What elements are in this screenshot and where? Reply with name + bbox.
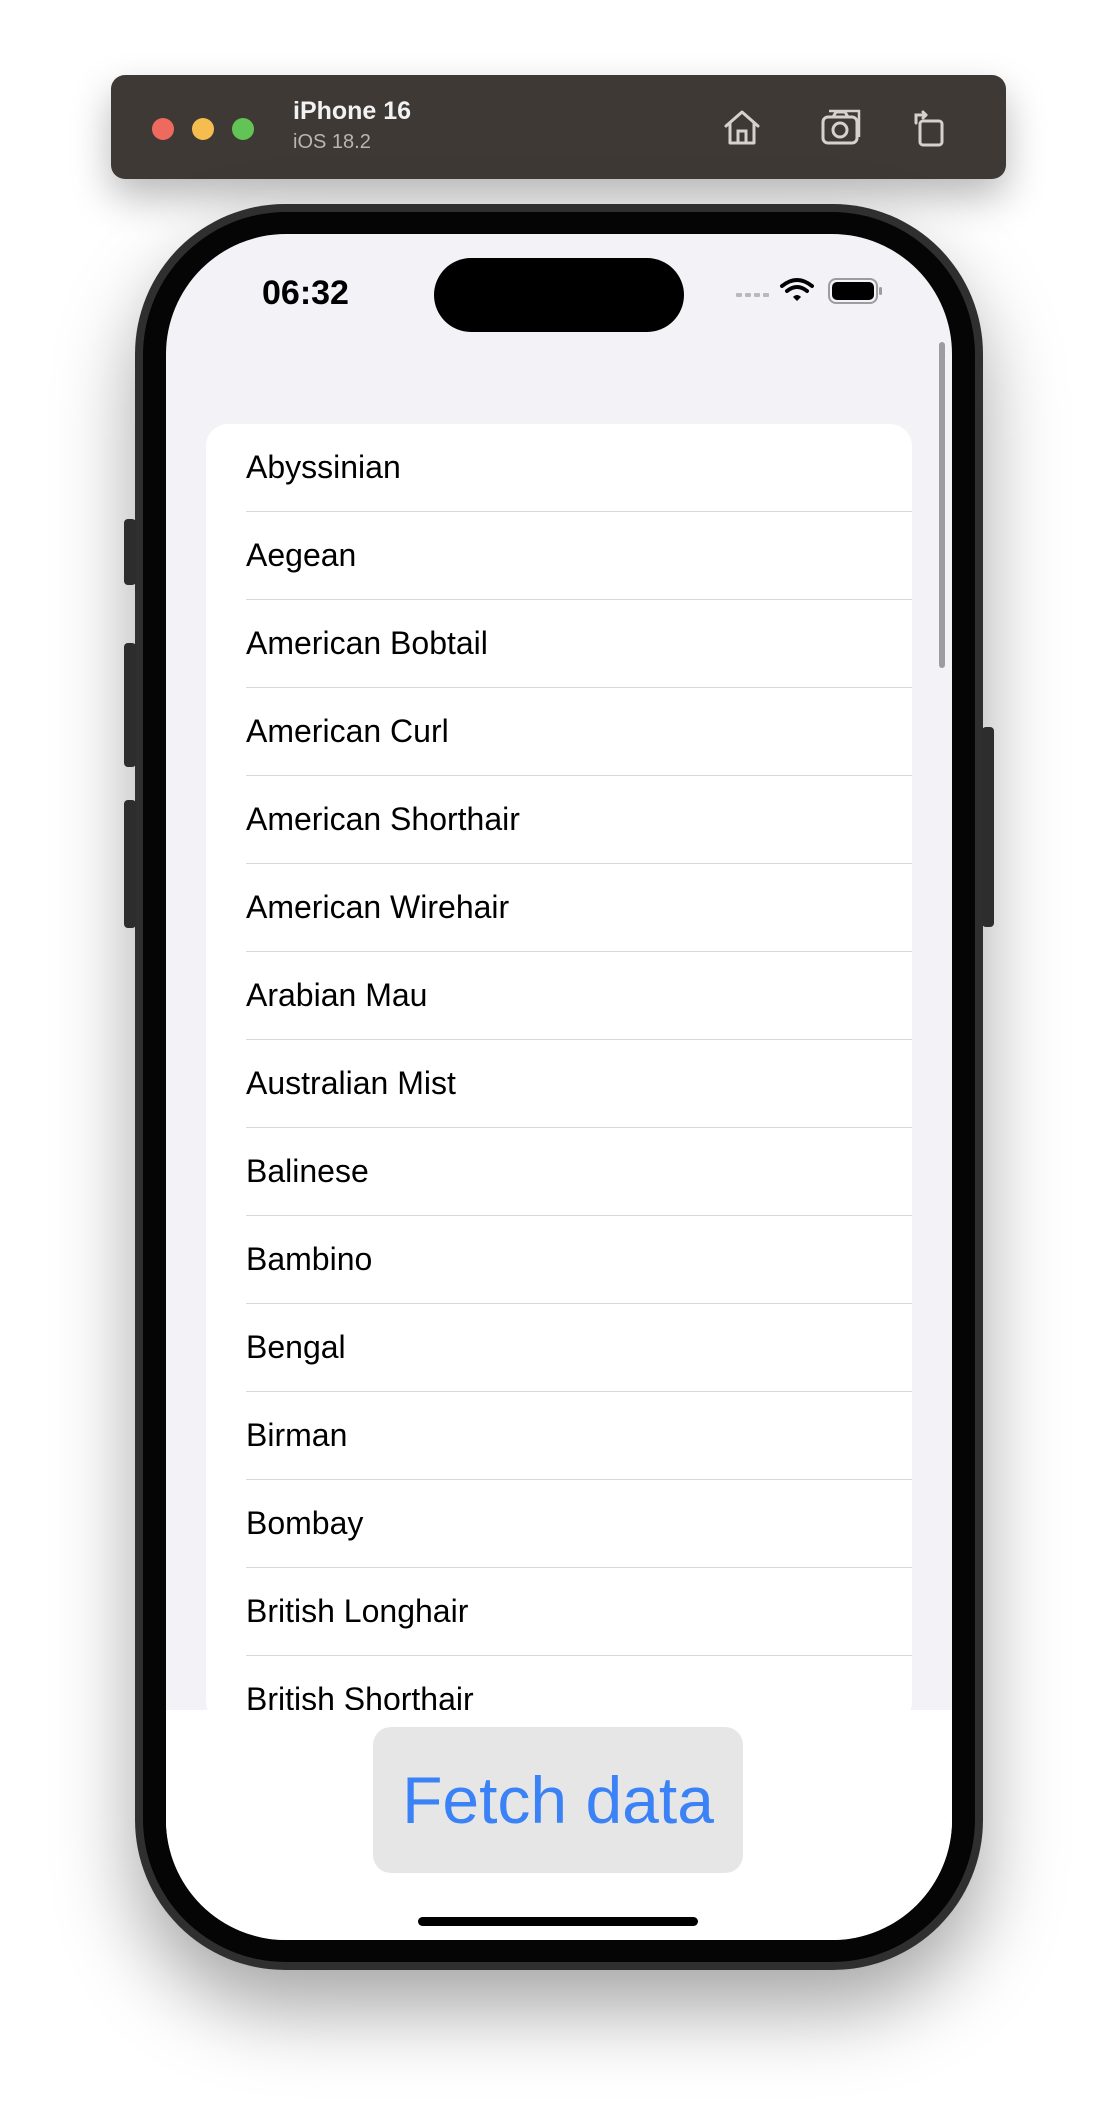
rotate-icon[interactable] (906, 103, 954, 151)
list-item[interactable]: British Longhair (206, 1568, 912, 1656)
scroll-indicator[interactable] (939, 342, 945, 668)
power-button (982, 727, 994, 927)
list-item[interactable]: American Bobtail (206, 600, 912, 688)
list-item-label: British Longhair (246, 1593, 469, 1629)
home-icon[interactable] (718, 103, 766, 151)
simulator-stage: iPhone 16 iOS 18.2 06:32 Abyssinian Aege… (0, 0, 1118, 2124)
list-item[interactable]: American Wirehair (206, 864, 912, 952)
list-item[interactable]: Arabian Mau (206, 952, 912, 1040)
bottom-panel: Fetch data (166, 1710, 952, 1940)
device-name: iPhone 16 (293, 97, 412, 125)
list-item-label: American Shorthair (246, 801, 520, 837)
list-item-label: Aegean (246, 537, 357, 573)
minimize-window-button[interactable] (192, 118, 214, 140)
list-item[interactable]: Aegean (206, 512, 912, 600)
action-button (124, 519, 136, 585)
list-item-label: Balinese (246, 1153, 369, 1189)
list-item[interactable]: Abyssinian (206, 424, 912, 512)
list-item[interactable]: Bambino (206, 1216, 912, 1304)
list-item-label: Bengal (246, 1329, 346, 1365)
home-indicator[interactable] (418, 1917, 698, 1926)
list-item[interactable]: Bengal (206, 1304, 912, 1392)
list-item-label: Bombay (246, 1505, 364, 1541)
volume-down-button (124, 800, 136, 928)
list-item-label: Birman (246, 1417, 348, 1453)
list-item-label: Bambino (246, 1241, 373, 1277)
list-item-label: Abyssinian (246, 449, 401, 485)
list-item[interactable]: Bombay (206, 1480, 912, 1568)
wifi-icon (780, 278, 814, 301)
list-item[interactable]: Birman (206, 1392, 912, 1480)
list-item[interactable]: Australian Mist (206, 1040, 912, 1128)
status-icons (730, 276, 910, 306)
list-item-label: Australian Mist (246, 1065, 456, 1101)
breed-list[interactable]: Abyssinian Aegean American Bobtail Ameri… (206, 424, 912, 1724)
screenshot-icon[interactable] (817, 103, 865, 151)
dynamic-island (434, 258, 684, 332)
cellular-icon (736, 293, 769, 297)
list-item[interactable]: American Curl (206, 688, 912, 776)
list-item[interactable]: American Shorthair (206, 776, 912, 864)
list-item-label: American Bobtail (246, 625, 488, 661)
simulator-toolbar: iPhone 16 iOS 18.2 (111, 75, 1006, 179)
list-item[interactable]: Balinese (206, 1128, 912, 1216)
fetch-data-button[interactable]: Fetch data (373, 1727, 743, 1873)
os-version: iOS 18.2 (293, 131, 371, 153)
list-item-label: American Curl (246, 713, 449, 749)
status-time: 06:32 (262, 274, 349, 312)
list-item-label: American Wirehair (246, 889, 510, 925)
volume-up-button (124, 643, 136, 767)
battery-icon (828, 278, 882, 304)
phone-screen: 06:32 Abyssinian Aegean American Bobtail… (166, 234, 952, 1940)
zoom-window-button[interactable] (232, 118, 254, 140)
close-window-button[interactable] (152, 118, 174, 140)
list-item-label: Arabian Mau (246, 977, 428, 1013)
